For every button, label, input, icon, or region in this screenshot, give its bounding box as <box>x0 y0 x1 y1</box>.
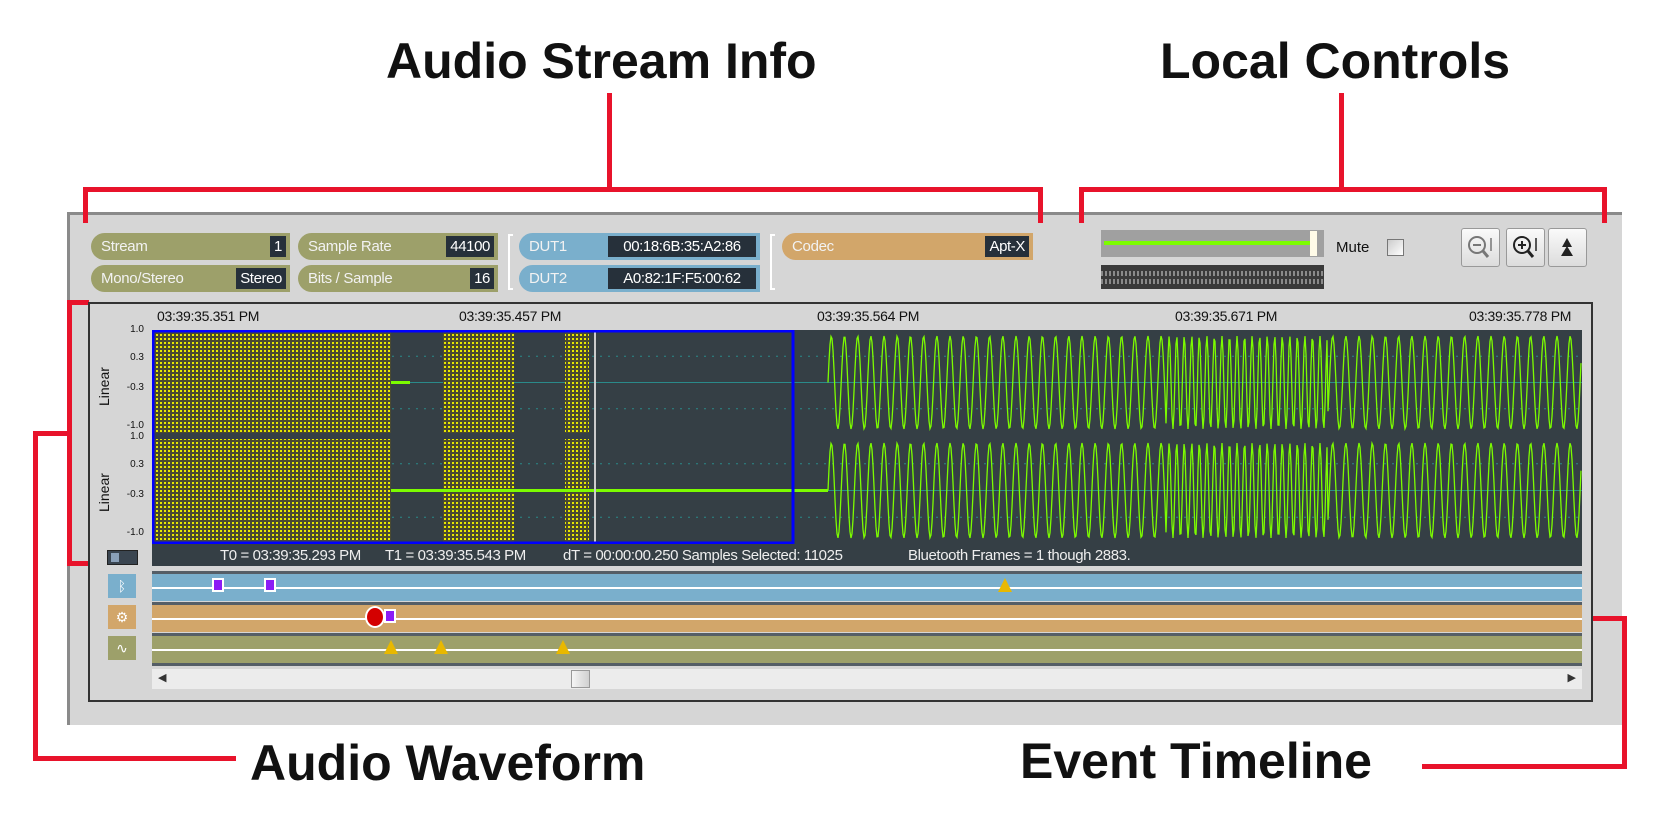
time-label: 03:39:35.457 PM <box>459 308 562 324</box>
event-marker-square[interactable] <box>384 609 396 623</box>
event-marker-square[interactable] <box>212 578 224 592</box>
mute-label: Mute <box>1336 239 1370 256</box>
level-meter <box>1101 265 1324 289</box>
waveform-plot[interactable] <box>152 330 1582 558</box>
stream-value: 1 <box>270 236 286 257</box>
dut1-value: 00:18:6B:35:A2:86 <box>608 236 756 257</box>
event-marker-triangle[interactable] <box>434 640 448 654</box>
volume-thumb[interactable] <box>1309 231 1317 256</box>
stream-label: Stream <box>101 238 148 255</box>
volume-level <box>1104 241 1313 245</box>
zoom-in-vertical-icon <box>1513 236 1537 258</box>
sample-rate-field: Sample Rate 44100 <box>298 233 498 260</box>
jump-up-button[interactable] <box>1548 228 1587 267</box>
scrollbar-thumb[interactable] <box>571 670 590 688</box>
t1-readout: T1 = 03:39:35.543 PM <box>385 547 526 564</box>
gap-region <box>154 439 391 542</box>
codec-field: Codec Apt-X <box>782 233 1033 260</box>
bits-sample-label: Bits / Sample <box>308 270 393 287</box>
callout-event-timeline: Event Timeline <box>1020 733 1372 789</box>
timeline-lane-bluetooth[interactable] <box>152 571 1582 601</box>
gap-region <box>443 332 514 433</box>
mute-checkbox[interactable] <box>1387 239 1404 256</box>
callout-audio-stream-info: Audio Stream Info <box>386 33 817 89</box>
frames-readout: Bluetooth Frames = 1 though 2883. <box>908 547 1131 564</box>
t0-readout: T0 = 03:39:35.293 PM <box>220 547 361 564</box>
time-label: 03:39:35.671 PM <box>1175 308 1278 324</box>
callout-local-controls: Local Controls <box>1160 33 1511 89</box>
timeline-lane-waveform[interactable] <box>152 633 1582 666</box>
scroll-left-arrow[interactable]: ◀ <box>158 671 166 684</box>
event-marker-triangle[interactable] <box>556 640 570 654</box>
time-label: 03:39:35.564 PM <box>817 308 920 324</box>
event-marker-triangle[interactable] <box>998 578 1012 592</box>
collapse-toggle[interactable] <box>107 550 138 565</box>
bluetooth-icon[interactable]: ᛒ <box>108 574 136 598</box>
codec-value: Apt-X <box>985 236 1029 257</box>
time-label: 03:39:35.778 PM <box>1469 308 1572 324</box>
bits-sample-value: 16 <box>470 268 494 289</box>
mono-stereo-value: Stereo <box>236 268 286 289</box>
time-label: 03:39:35.351 PM <box>157 308 260 324</box>
y-tick-label: -0.3 <box>126 489 144 500</box>
stream-field: Stream 1 <box>91 233 290 260</box>
dt-readout: dT = 00:00:00.250 Samples Selected: 1102… <box>563 547 843 564</box>
event-marker-circle[interactable] <box>365 606 385 628</box>
bits-sample-field: Bits / Sample 16 <box>298 265 498 292</box>
dut2-value: A0:82:1F:F5:00:62 <box>608 268 756 289</box>
waveform-icon[interactable]: ∿ <box>108 636 136 660</box>
y-tick-label: 1.0 <box>130 324 144 335</box>
zoom-out-vertical-button[interactable] <box>1461 228 1500 267</box>
y-tick-label: -1.0 <box>126 527 144 538</box>
status-bar <box>152 544 1582 566</box>
codec-label: Codec <box>792 238 834 255</box>
event-marker-triangle[interactable] <box>384 640 398 654</box>
y-tick-label: 0.3 <box>130 459 144 470</box>
volume-slider[interactable] <box>1101 230 1324 257</box>
separator <box>770 234 775 290</box>
separator <box>508 234 513 290</box>
y-tick-label: -1.0 <box>126 420 144 431</box>
y-tick-label: -0.3 <box>126 382 144 393</box>
jump-up-icon <box>1561 238 1573 256</box>
gap-region <box>565 332 589 433</box>
horizontal-scrollbar[interactable]: ◀ ▶ <box>152 669 1582 689</box>
channel1-scale-label: Linear <box>96 367 112 406</box>
zoom-in-vertical-button[interactable] <box>1506 228 1545 267</box>
channel2-scale-label: Linear <box>96 473 112 512</box>
mono-stereo-label: Mono/Stereo <box>101 270 184 287</box>
y-tick-label: 0.3 <box>130 352 144 363</box>
y-tick-label: 1.0 <box>130 431 144 442</box>
gap-region <box>154 332 391 433</box>
scroll-right-arrow[interactable]: ▶ <box>1568 671 1576 684</box>
dut1-label: DUT1 <box>529 238 567 255</box>
dut1-field: DUT1 00:18:6B:35:A2:86 <box>519 233 760 260</box>
dut2-field: DUT2 A0:82:1F:F5:00:62 <box>519 265 760 292</box>
sample-rate-value: 44100 <box>446 236 494 257</box>
dut2-label: DUT2 <box>529 270 567 287</box>
gears-icon[interactable]: ⚙ <box>108 605 136 629</box>
zoom-out-vertical-icon <box>1468 236 1492 258</box>
sample-rate-label: Sample Rate <box>308 238 392 255</box>
callout-audio-waveform: Audio Waveform <box>250 735 646 791</box>
event-marker-square[interactable] <box>264 578 276 592</box>
mono-stereo-field: Mono/Stereo Stereo <box>91 265 290 292</box>
